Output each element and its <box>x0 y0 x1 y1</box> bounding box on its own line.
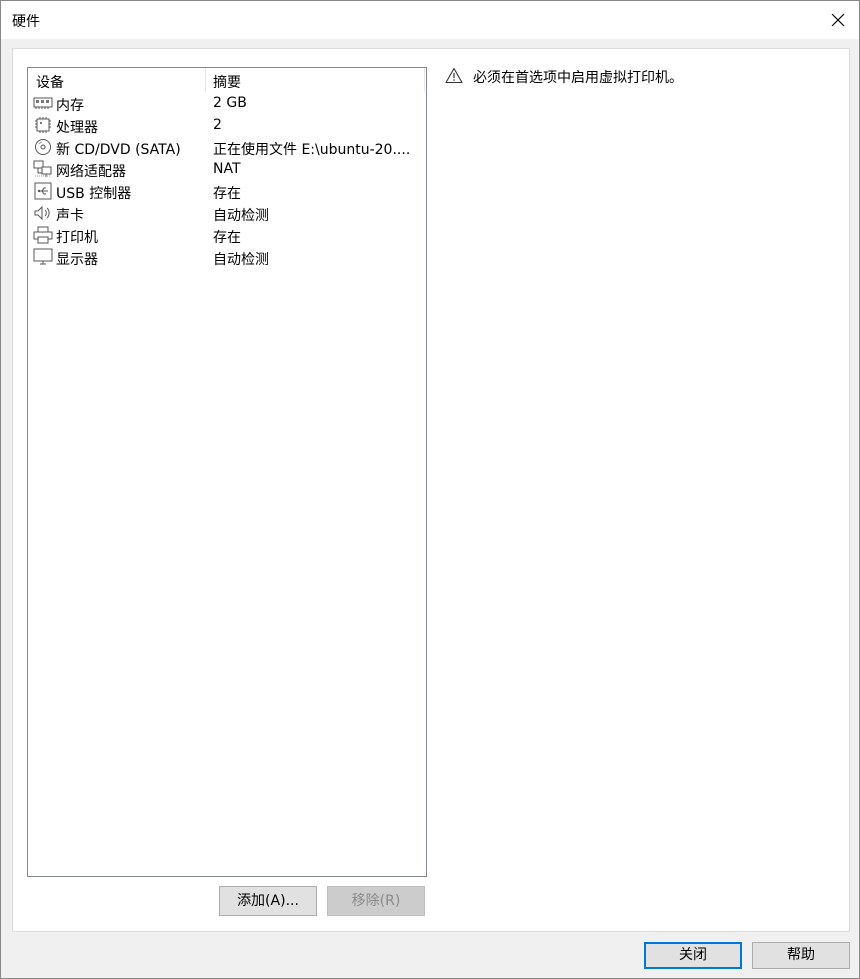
column-divider[interactable] <box>205 68 206 92</box>
device-name: 处理器 <box>56 120 98 136</box>
device-name: 网络适配器 <box>56 164 126 180</box>
help-button[interactable]: 帮助 <box>752 942 850 969</box>
device-summary: 2 GB <box>213 95 247 111</box>
title-bar: 硬件 <box>1 1 859 39</box>
device-row-printer[interactable]: 打印机 存在 <box>28 224 426 246</box>
device-rows: 内存 2 GB 处理器 2 新 CD/DVD (SATA) 正在使用文件 E:\… <box>28 92 426 268</box>
device-name: 内存 <box>56 98 84 114</box>
device-summary: 存在 <box>213 186 241 202</box>
device-row-sound[interactable]: 声卡 自动检测 <box>28 202 426 224</box>
device-name: 打印机 <box>56 230 98 246</box>
hardware-dialog: 硬件 设备 摘要 内存 2 GB 处理器 2 新 CD/DVD (SATA) 正… <box>0 0 860 979</box>
close-button[interactable]: 关闭 <box>644 942 742 969</box>
cd-icon <box>33 138 53 156</box>
device-name: USB 控制器 <box>56 186 132 202</box>
device-list[interactable]: 设备 摘要 内存 2 GB 处理器 2 新 CD/DVD (SATA) 正在使用… <box>27 67 427 877</box>
device-row-memory[interactable]: 内存 2 GB <box>28 92 426 114</box>
device-row-cd-dvd[interactable]: 新 CD/DVD (SATA) 正在使用文件 E:\ubuntu-20.... <box>28 136 426 158</box>
column-header-summary[interactable]: 摘要 <box>213 72 241 92</box>
device-summary: 2 <box>213 117 222 133</box>
speaker-icon <box>33 204 53 222</box>
device-row-processor[interactable]: 处理器 2 <box>28 114 426 136</box>
memory-icon <box>33 94 53 112</box>
warning-icon <box>445 67 463 88</box>
device-name: 声卡 <box>56 208 84 224</box>
remove-button[interactable]: 移除(R) <box>327 886 425 916</box>
column-divider[interactable] <box>424 68 425 92</box>
cpu-icon <box>33 116 53 134</box>
content-panel: 设备 摘要 内存 2 GB 处理器 2 新 CD/DVD (SATA) 正在使用… <box>12 48 850 932</box>
list-header: 设备 摘要 <box>28 68 426 92</box>
device-row-network[interactable]: 网络适配器 NAT <box>28 158 426 180</box>
device-summary: 自动检测 <box>213 208 269 224</box>
device-row-display[interactable]: 显示器 自动检测 <box>28 246 426 268</box>
device-summary: 正在使用文件 E:\ubuntu-20.... <box>213 142 411 158</box>
printer-icon <box>33 226 53 244</box>
add-button[interactable]: 添加(A)... <box>219 886 317 916</box>
device-summary: 自动检测 <box>213 252 269 268</box>
window-title: 硬件 <box>12 14 40 30</box>
device-name: 新 CD/DVD (SATA) <box>56 142 181 158</box>
device-row-usb[interactable]: USB 控制器 存在 <box>28 180 426 202</box>
device-summary: NAT <box>213 161 241 177</box>
device-summary: 存在 <box>213 230 241 246</box>
network-icon <box>33 160 53 178</box>
usb-icon <box>33 182 53 200</box>
column-header-device[interactable]: 设备 <box>36 72 64 92</box>
warning-text: 必须在首选项中启用虚拟打印机。 <box>473 70 683 86</box>
monitor-icon <box>33 248 53 266</box>
device-name: 显示器 <box>56 252 98 268</box>
close-icon[interactable] <box>827 9 849 31</box>
